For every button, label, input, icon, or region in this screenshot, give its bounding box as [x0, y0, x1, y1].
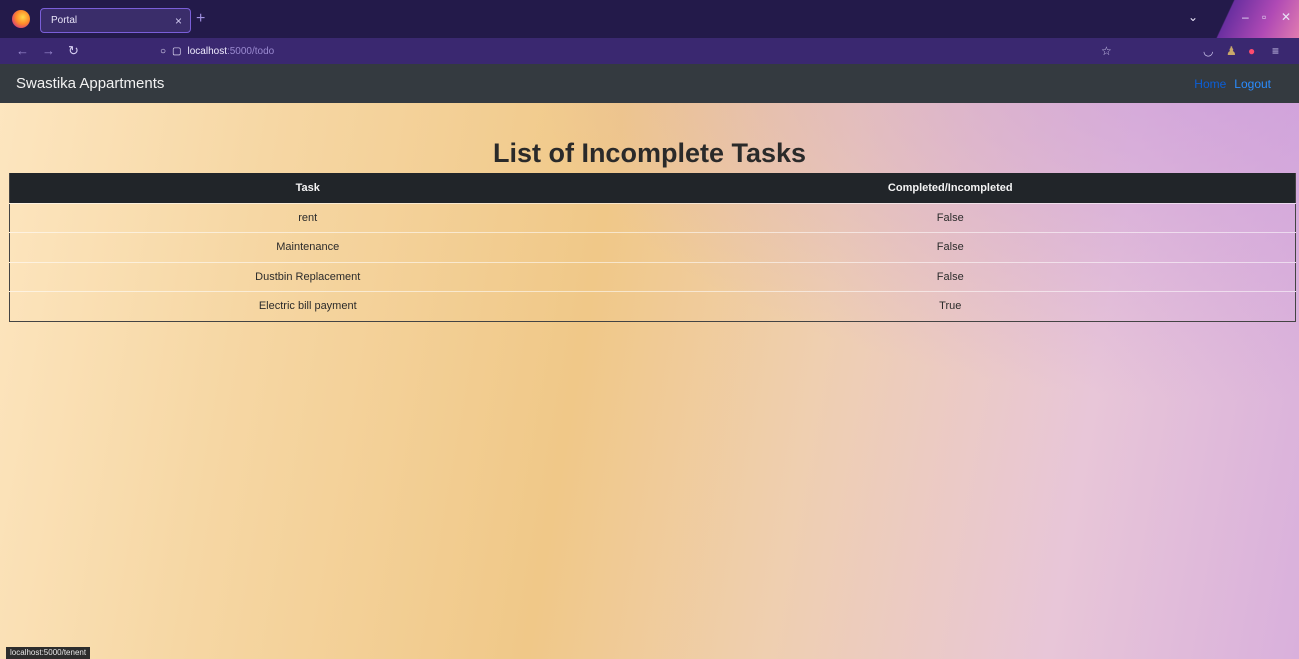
url-path: :5000/todo [226, 45, 275, 57]
browser-tab[interactable]: Portal × [40, 8, 191, 33]
status-cell: False [605, 232, 1296, 262]
nav-home-link[interactable]: Home [1194, 77, 1226, 91]
table-row: rent False [9, 202, 1296, 233]
column-header-task: Task [9, 173, 606, 203]
nav-logout-link[interactable]: Logout [1234, 77, 1271, 91]
page-title: List of Incomplete Tasks [492, 138, 807, 168]
tab-list-chevron-icon[interactable]: ⌄ [1188, 10, 1198, 24]
menu-icon[interactable]: ≡ [1272, 44, 1279, 58]
shield-icon[interactable]: ○ [160, 46, 166, 57]
table-row: Electric bill payment True [9, 291, 1296, 321]
nav-links: Home Logout [1194, 77, 1271, 91]
task-cell: Maintenance [9, 232, 606, 262]
reload-icon[interactable]: ↻ [68, 43, 79, 59]
link-status-tooltip: localhost:5000/tenent [6, 647, 91, 659]
table-header-row: Task Completed/Incompleted [9, 173, 1296, 203]
minimize-icon[interactable]: – [1242, 10, 1249, 24]
back-arrow-icon[interactable]: ← [16, 43, 29, 58]
window-close-icon[interactable]: ✕ [1281, 10, 1291, 24]
brand-link[interactable]: Swastika Appartments [16, 75, 164, 92]
site-navbar: Swastika Appartments Home Logout [0, 64, 1299, 103]
tab-close-icon[interactable]: × [175, 14, 182, 28]
task-cell: Electric bill payment [9, 291, 606, 321]
task-cell: rent [9, 202, 606, 233]
maximize-icon[interactable]: ▫ [1262, 10, 1266, 24]
bookmark-star-icon[interactable]: ☆ [1101, 44, 1112, 58]
status-cell: False [605, 261, 1296, 292]
page-icon: ▢ [172, 45, 182, 57]
tasks-table: Task Completed/Incompleted rent False Ma… [9, 173, 1296, 322]
column-header-status: Completed/Incompleted [605, 173, 1296, 203]
task-cell: Dustbin Replacement [9, 261, 606, 292]
firefox-logo-icon [12, 10, 30, 28]
ublock-icon[interactable]: ● [1248, 44, 1255, 58]
address-bar[interactable]: ○ ▢ localhost:5000/todo [160, 41, 1120, 61]
page-content: Swastika Appartments Home Logout List of… [0, 64, 1299, 659]
status-cell: True [605, 291, 1296, 321]
forward-arrow-icon[interactable]: → [42, 43, 55, 58]
url-host: localhost [187, 45, 227, 57]
table-row: Maintenance False [9, 232, 1296, 262]
extension-icon[interactable]: ♟ [1226, 44, 1237, 58]
new-tab-icon[interactable]: + [196, 10, 205, 28]
tab-title: Portal [51, 15, 78, 26]
browser-nav-bar: ← → ↻ ○ ▢ localhost:5000/todo ☆ ◡ ♟ ● ≡ [0, 38, 1299, 64]
pocket-icon[interactable]: ◡ [1203, 44, 1213, 58]
browser-tab-bar: Portal × + ⌄ – ▫ ✕ [0, 0, 1299, 38]
table-row: Dustbin Replacement False [9, 261, 1296, 292]
status-cell: False [605, 202, 1296, 233]
